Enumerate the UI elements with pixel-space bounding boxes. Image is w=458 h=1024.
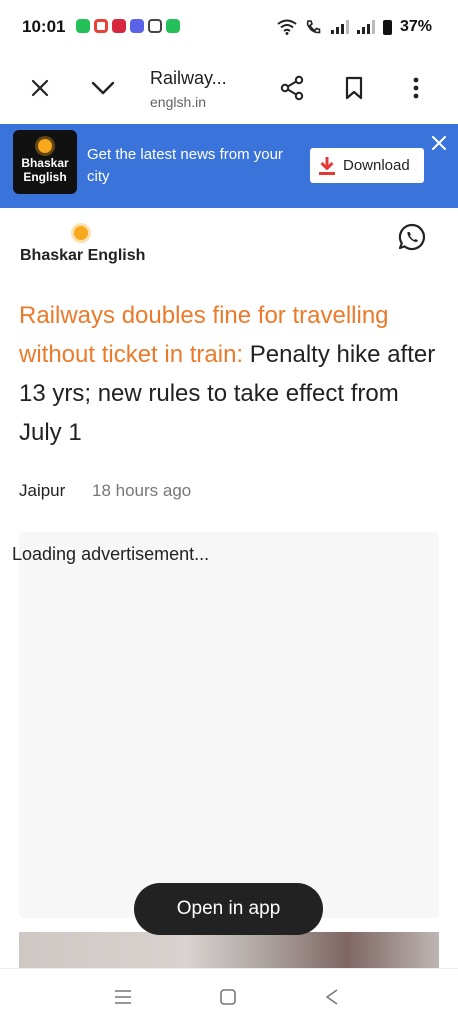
article-location: Jaipur bbox=[19, 481, 66, 500]
site-brand: Bhaskar English bbox=[20, 247, 146, 264]
app-logo: Bhaskar English bbox=[13, 130, 77, 194]
whatsapp-icon bbox=[76, 19, 90, 33]
home-button[interactable] bbox=[216, 985, 240, 1009]
back-button[interactable] bbox=[320, 985, 344, 1009]
system-nav-bar bbox=[0, 968, 458, 1024]
bookmark-icon bbox=[345, 76, 363, 100]
collapse-button[interactable] bbox=[83, 68, 123, 108]
more-options-button[interactable] bbox=[396, 68, 436, 108]
close-tab-button[interactable] bbox=[20, 68, 60, 108]
bookmark-button[interactable] bbox=[334, 68, 374, 108]
app-logo-line1: Bhaskar bbox=[21, 156, 69, 170]
share-icon bbox=[280, 75, 304, 101]
grid-dots-icon bbox=[148, 19, 162, 33]
tab-title[interactable]: Railway... bbox=[150, 68, 227, 89]
app-logo-line2: English bbox=[23, 170, 67, 184]
signal-icon-2 bbox=[356, 20, 375, 34]
ad-container bbox=[19, 532, 439, 918]
battery-level: 37% bbox=[399, 18, 432, 35]
call-icon bbox=[306, 20, 321, 34]
banner-text: Get the latest news from your city bbox=[87, 146, 283, 185]
close-icon bbox=[31, 79, 49, 97]
notification-icons bbox=[76, 19, 180, 33]
share-button[interactable] bbox=[272, 68, 312, 108]
whatsapp-share-button[interactable] bbox=[397, 222, 427, 252]
whatsapp-icon bbox=[398, 223, 426, 251]
app-install-banner: Bhaskar English Get the latest news from… bbox=[0, 124, 458, 208]
back-icon bbox=[326, 989, 338, 1005]
wifi-icon bbox=[277, 19, 297, 35]
article-time: 18 hours ago bbox=[92, 481, 192, 500]
recent-apps-button[interactable] bbox=[111, 985, 135, 1009]
sun-logo-icon bbox=[38, 139, 52, 153]
home-icon bbox=[220, 989, 236, 1005]
site-header: Bhaskar English bbox=[0, 208, 458, 284]
more-vert-icon bbox=[413, 77, 419, 99]
open-in-app-button[interactable]: Open in app bbox=[134, 883, 323, 935]
whatsapp-icon bbox=[166, 19, 180, 33]
article-image[interactable] bbox=[19, 932, 439, 968]
chrome-icon bbox=[130, 19, 144, 33]
download-app-button[interactable]: Download bbox=[310, 148, 424, 183]
download-label: Download bbox=[343, 157, 410, 174]
ad-loading-text: Loading advertisement... bbox=[12, 544, 210, 564]
browser-toolbar: Railway... englsh.in bbox=[0, 56, 458, 124]
status-time: 10:01 bbox=[22, 17, 66, 36]
download-icon bbox=[319, 156, 335, 175]
tab-url[interactable]: englsh.in bbox=[150, 94, 206, 110]
google-icon bbox=[94, 19, 108, 33]
signal-icon bbox=[330, 20, 349, 34]
banner-close-button[interactable] bbox=[428, 132, 450, 154]
sun-logo-icon bbox=[74, 226, 88, 240]
recent-apps-icon bbox=[115, 990, 131, 1004]
article-headline: Railways doubles fine for travelling wit… bbox=[19, 296, 439, 452]
battery-icon bbox=[382, 19, 392, 35]
system-indicators: 37% bbox=[277, 18, 432, 36]
shopping-bag-icon bbox=[112, 19, 126, 33]
chevron-down-icon bbox=[91, 81, 115, 95]
close-icon bbox=[432, 136, 446, 150]
status-bar: 10:01 37% bbox=[0, 0, 458, 56]
site-logo[interactable]: Bhaskar English bbox=[20, 222, 150, 272]
